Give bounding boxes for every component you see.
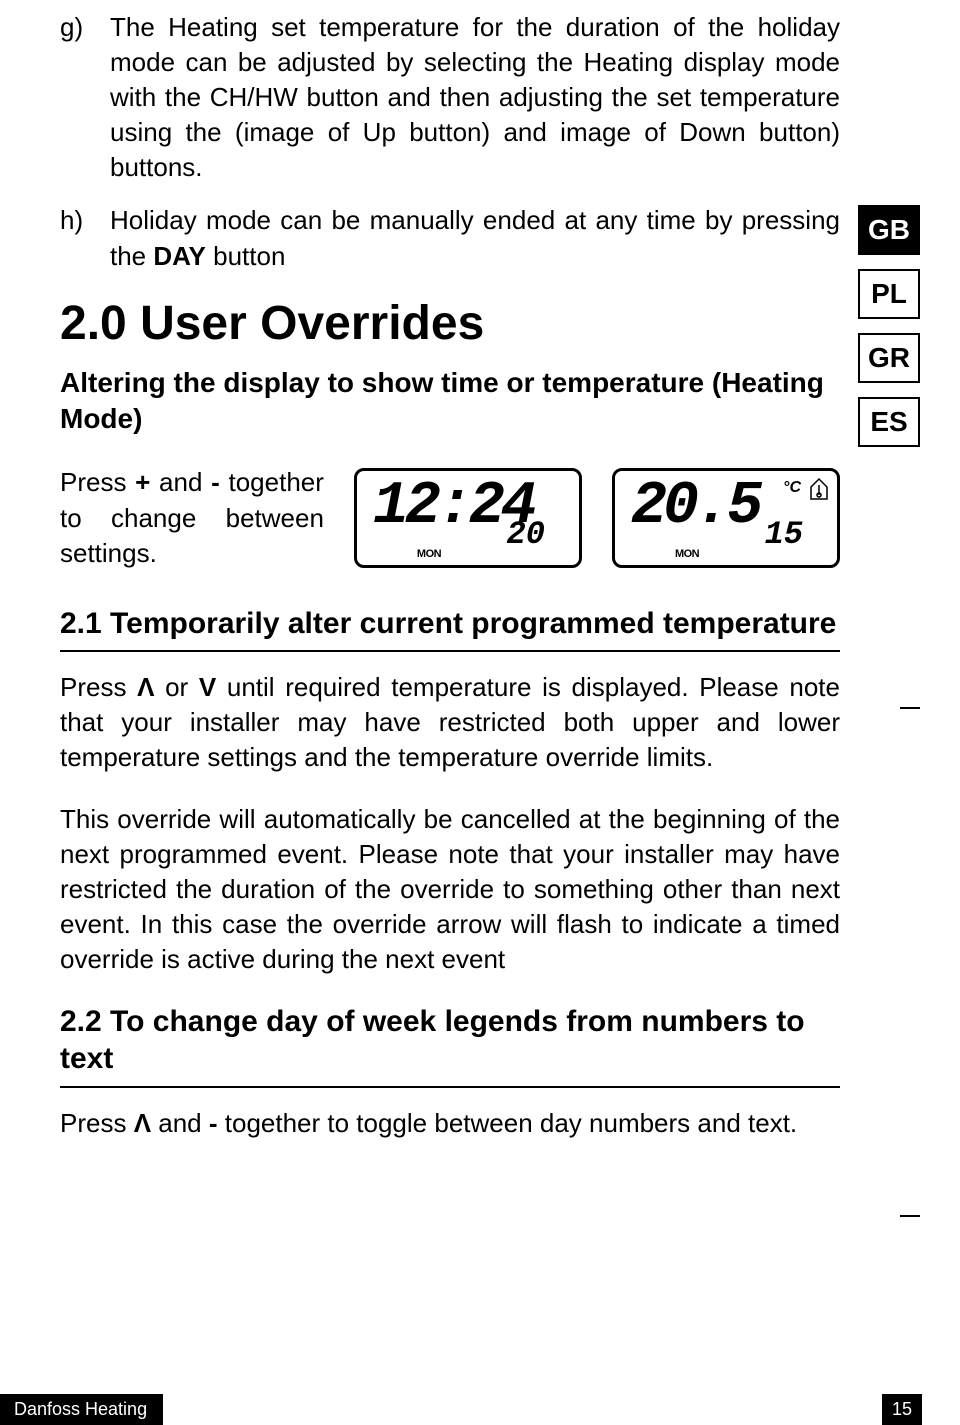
paragraph: This override will automatically be canc… — [60, 802, 840, 977]
lcd-main-value: 20.5 — [631, 473, 759, 541]
up-arrow-icon: Λ — [137, 670, 154, 705]
lcd-display-time: 12:24 20 MON — [354, 468, 582, 568]
press-text: Press + and - together to change between… — [60, 465, 324, 570]
lcd-unit: °C — [783, 479, 801, 497]
list-label: g) — [60, 10, 110, 185]
lcd-sub-value: 15 — [765, 516, 803, 553]
list-item-h: h) Holiday mode can be manually ended at… — [60, 203, 840, 273]
paragraph: Press Λ or V until required temperature … — [60, 670, 840, 775]
lcd-display-temp: 20.5 15 MON °C — [612, 468, 840, 568]
press-row: Press + and - together to change between… — [60, 465, 840, 570]
list-text: The Heating set temperature for the dura… — [110, 10, 840, 185]
lcd-day: MON — [417, 548, 441, 560]
heading-2-1: 2.1 Temporarily alter current programmed… — [60, 605, 840, 653]
lang-tab-gb[interactable]: GB — [858, 205, 920, 255]
language-tabs: GB PL GR ES — [858, 205, 920, 447]
main-column: g) The Heating set temperature for the d… — [60, 10, 840, 1141]
list-text: Holiday mode can be manually ended at an… — [110, 203, 840, 273]
heading-user-overrides: 2.0 User Overrides — [60, 296, 840, 351]
lang-tab-gr[interactable]: GR — [858, 333, 920, 383]
bold-day: DAY — [153, 241, 206, 271]
lcd-sub-value: 20 — [507, 516, 545, 553]
margin-tick — [900, 707, 920, 709]
lcd-day: MON — [675, 548, 699, 560]
thermometer-house-icon — [809, 477, 829, 501]
margin-tick — [900, 1215, 920, 1217]
heading-2-2: 2.2 To change day of week legends from n… — [60, 1003, 840, 1088]
subheading-altering-display: Altering the display to show time or tem… — [60, 365, 840, 438]
footer: Danfoss Heating 15 — [0, 1389, 960, 1425]
page: g) The Heating set temperature for the d… — [0, 0, 960, 1425]
down-arrow-icon: V — [199, 670, 216, 705]
footer-brand: Danfoss Heating — [0, 1394, 163, 1425]
list-item-g: g) The Heating set temperature for the d… — [60, 10, 840, 185]
list-label: h) — [60, 203, 110, 273]
up-arrow-icon: Λ — [134, 1106, 151, 1141]
paragraph: Press Λ and - together to toggle between… — [60, 1106, 840, 1141]
lang-tab-pl[interactable]: PL — [858, 269, 920, 319]
lang-tab-es[interactable]: ES — [858, 397, 920, 447]
page-number: 15 — [882, 1394, 922, 1425]
